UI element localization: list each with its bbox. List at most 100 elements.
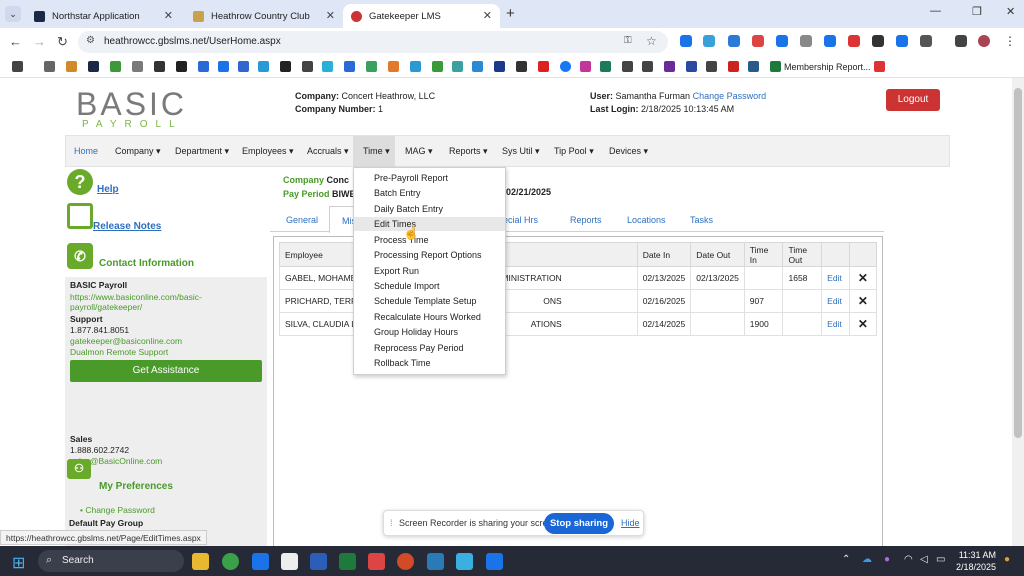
dd-pre-payroll-report[interactable]: Pre-Payroll Report (374, 173, 448, 183)
bookmark-icon[interactable] (218, 61, 229, 72)
delete-x-icon[interactable]: ✕ (848, 266, 878, 290)
camera-ext-icon[interactable] (800, 35, 812, 47)
dd-recalculate-hours-worked[interactable]: Recalculate Hours Worked (374, 312, 481, 322)
extension-icon[interactable] (872, 35, 884, 47)
col-time-in[interactable]: Time In (743, 242, 784, 267)
help-link[interactable]: Help (97, 184, 119, 195)
bookmark-icon[interactable] (410, 61, 421, 72)
app-icon[interactable] (427, 553, 444, 570)
share-ext-icon[interactable] (824, 35, 836, 47)
tab-general[interactable]: General (286, 215, 318, 225)
tab-tasks[interactable]: Tasks (690, 215, 713, 225)
word-icon[interactable] (310, 553, 327, 570)
screen-recorder-app-icon[interactable] (486, 553, 503, 570)
file-icon[interactable] (281, 553, 298, 570)
bookmark-icon[interactable] (110, 61, 121, 72)
bookmark-icon[interactable] (322, 61, 333, 72)
outlook-icon[interactable] (252, 553, 269, 570)
bookmark-icon[interactable] (664, 61, 675, 72)
extension-icon[interactable] (703, 35, 715, 47)
bookmark-membership-report[interactable]: Membership Report... (784, 62, 871, 72)
col-date-in[interactable]: Date In (636, 242, 692, 267)
wifi-icon[interactable]: ◠ (904, 554, 913, 565)
app-icon[interactable] (368, 553, 385, 570)
release-notes-link[interactable]: Release Notes (93, 221, 161, 232)
menu-accruals[interactable]: Accruals ▾ (307, 146, 349, 157)
bookmark-icon[interactable] (748, 61, 759, 72)
edit-link[interactable]: Edit (821, 312, 850, 336)
powerpoint-icon[interactable] (397, 553, 414, 570)
bookmark-icon[interactable] (600, 61, 611, 72)
bookmark-icon[interactable] (238, 61, 249, 72)
bookmark-icon[interactable] (132, 61, 143, 72)
extension-icon[interactable] (896, 35, 908, 47)
minimize-icon[interactable]: — (930, 5, 941, 17)
bookmark-icon[interactable] (516, 61, 527, 72)
bookmark-icon[interactable] (728, 61, 739, 72)
edit-link[interactable]: Edit (821, 289, 850, 313)
menu-sys-util[interactable]: Sys Util ▾ (502, 146, 540, 157)
bookmark-icon[interactable] (472, 61, 483, 72)
hide-recorder-link[interactable]: Hide (621, 518, 640, 528)
instagram-bookmark-icon[interactable] (580, 61, 591, 72)
edit-link[interactable]: Edit (821, 266, 850, 290)
chrome-icon[interactable] (222, 553, 239, 570)
get-assistance-button[interactable]: Get Assistance (70, 360, 262, 382)
menu-tip-pool[interactable]: Tip Pool ▾ (554, 146, 594, 157)
change-password-link[interactable]: Change Password (693, 91, 767, 101)
browser-tab-heathrow[interactable]: Heathrow Country Club ✕ (185, 4, 343, 28)
battery-icon[interactable]: ▭ (936, 554, 945, 565)
profile-avatar-icon[interactable] (978, 35, 990, 47)
bookmark-icon[interactable] (432, 61, 443, 72)
col-time-out[interactable]: Time Out (782, 242, 823, 267)
menu-mag[interactable]: MAG ▾ (405, 146, 433, 157)
dd-schedule-import[interactable]: Schedule Import (374, 281, 440, 291)
menu-devices[interactable]: Devices ▾ (609, 146, 648, 157)
bookmark-icon[interactable] (494, 61, 505, 72)
drag-handle-icon[interactable]: ⁞ (390, 518, 393, 528)
gmail-ext-icon[interactable] (848, 35, 860, 47)
menu-company[interactable]: Company ▾ (115, 146, 161, 157)
download-ext-icon[interactable] (680, 35, 692, 47)
dd-reprocess-pay-period[interactable]: Reprocess Pay Period (374, 343, 464, 353)
bookmark-icon[interactable] (366, 61, 377, 72)
dd-batch-entry[interactable]: Batch Entry (374, 188, 421, 198)
folder-icon[interactable] (44, 61, 55, 72)
menu-time[interactable]: Time ▾ (363, 146, 390, 157)
site-info-icon[interactable]: ⚙ (86, 35, 95, 46)
dd-process-time[interactable]: Process Time (374, 235, 429, 245)
extensions-puzzle-icon[interactable] (920, 35, 932, 47)
bookmark-icon[interactable] (280, 61, 291, 72)
menu-employees[interactable]: Employees ▾ (242, 146, 294, 157)
dd-daily-batch-entry[interactable]: Daily Batch Entry (374, 204, 443, 214)
dd-rollback-time[interactable]: Rollback Time (374, 358, 431, 368)
close-icon[interactable]: ✕ (483, 9, 492, 22)
tray-chevron-icon[interactable]: ⌃ (842, 554, 850, 565)
menu-department[interactable]: Department ▾ (175, 146, 229, 157)
browser-menu-icon[interactable]: ⋮ (1004, 35, 1016, 47)
excel-bookmark-icon[interactable] (770, 61, 781, 72)
remote-support-link[interactable]: Dualmon Remote Support (70, 347, 168, 357)
onedrive-icon[interactable]: ☁ (862, 554, 872, 565)
tab-locations[interactable]: Locations (627, 215, 666, 225)
url-omnibox[interactable]: ⚙ heathrowcc.gbslms.net/UserHome.aspx ⚿ … (78, 31, 668, 53)
url-text[interactable]: heathrowcc.gbslms.net/UserHome.aspx (104, 36, 281, 47)
menu-reports[interactable]: Reports ▾ (449, 146, 488, 157)
youtube-bookmark-icon[interactable] (538, 61, 549, 72)
bookmark-icon[interactable] (154, 61, 165, 72)
bookmark-icon[interactable] (874, 61, 885, 72)
tab-reports[interactable]: Reports (570, 215, 602, 225)
dd-export-run[interactable]: Export Run (374, 266, 419, 276)
new-tab-plus-icon[interactable]: + (506, 5, 515, 22)
bookmark-icon[interactable] (66, 61, 77, 72)
excel-icon[interactable] (339, 553, 356, 570)
volume-icon[interactable]: ◁ (920, 554, 928, 565)
dd-schedule-template-setup[interactable]: Schedule Template Setup (374, 296, 476, 306)
facebook-bookmark-icon[interactable] (560, 61, 571, 72)
bookmark-icon[interactable] (258, 61, 269, 72)
bookmark-icon[interactable] (302, 61, 313, 72)
basic-payroll-url-link[interactable]: https://www.basiconline.com/basic-payrol… (70, 292, 267, 312)
taskbar-clock[interactable]: 11:31 AM 2/18/2025 (956, 549, 996, 573)
amazon-bookmark-icon[interactable] (176, 61, 187, 72)
browser-tab-gatekeeper[interactable]: Gatekeeper LMS ✕ (343, 4, 500, 28)
